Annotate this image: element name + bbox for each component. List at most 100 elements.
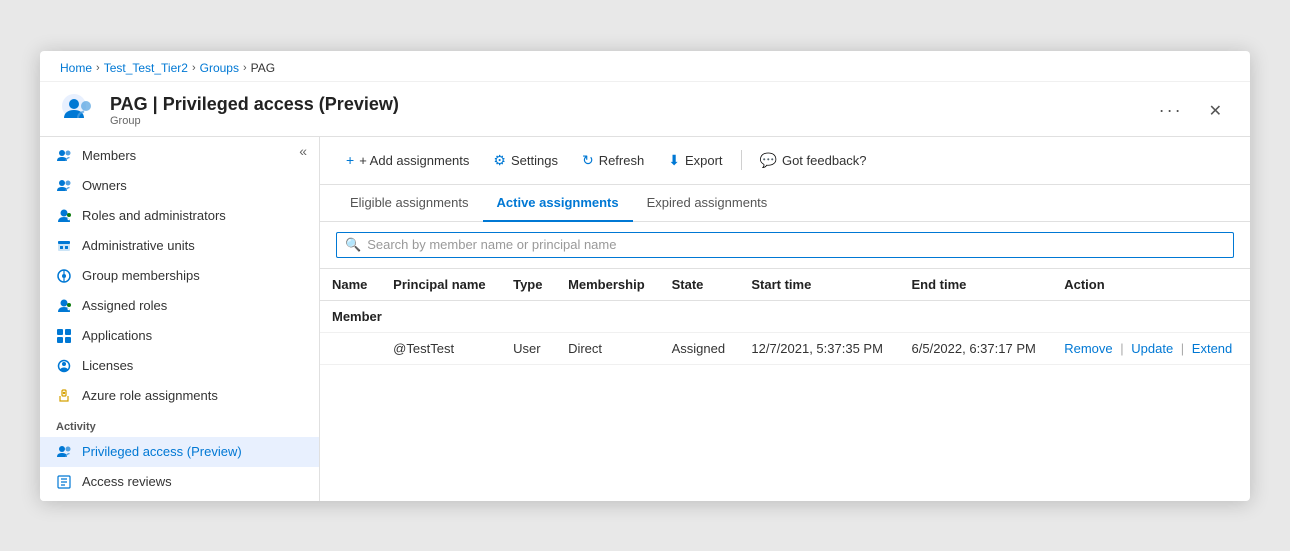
update-action-link[interactable]: Update	[1131, 341, 1173, 356]
col-start-time: Start time	[739, 269, 899, 301]
more-options-button[interactable]: ···	[1153, 100, 1189, 121]
page-title: PAG | Privileged access (Preview)	[110, 94, 1141, 115]
col-name: Name	[320, 269, 381, 301]
col-state: State	[660, 269, 740, 301]
assignments-tabs: Eligible assignments Active assignments …	[320, 185, 1250, 222]
row-name	[320, 332, 381, 364]
table-header-row: Name Principal name Type Membership Stat…	[320, 269, 1250, 301]
action-sep-2: |	[1181, 341, 1188, 356]
export-icon: ⬇	[668, 152, 680, 169]
members-icon	[56, 148, 72, 164]
page-icon	[60, 92, 98, 130]
header-title-block: PAG | Privileged access (Preview) Group	[110, 94, 1141, 127]
tab-active[interactable]: Active assignments	[483, 185, 633, 222]
sidebar-item-admin-units-label: Administrative units	[82, 238, 195, 253]
breadcrumb: Home › Test_Test_Tier2 › Groups › PAG	[40, 51, 1250, 82]
page-header: PAG | Privileged access (Preview) Group …	[40, 82, 1250, 136]
breadcrumb-home[interactable]: Home	[60, 61, 92, 75]
col-end-time: End time	[900, 269, 1053, 301]
assignments-table: Name Principal name Type Membership Stat…	[320, 269, 1250, 365]
applications-icon	[56, 328, 72, 344]
toolbar: + + Add assignments ⚙ Settings ↻ Refresh…	[320, 137, 1250, 185]
sidebar-item-roles-label: Roles and administrators	[82, 208, 226, 223]
settings-button[interactable]: ⚙ Settings	[483, 147, 568, 174]
action-sep-1: |	[1120, 341, 1127, 356]
search-icon: 🔍	[345, 237, 361, 253]
sidebar-item-azure-roles-label: Azure role assignments	[82, 388, 218, 403]
sidebar-item-privileged-access-label: Privileged access (Preview)	[82, 444, 242, 459]
row-type: User	[501, 332, 556, 364]
sidebar-item-azure-roles[interactable]: Azure role assignments	[40, 381, 319, 411]
sidebar-item-owners-label: Owners	[82, 178, 127, 193]
col-membership: Membership	[556, 269, 660, 301]
sidebar-collapse-button[interactable]: «	[295, 141, 311, 161]
sidebar-item-members[interactable]: Members	[40, 141, 319, 171]
refresh-button[interactable]: ↻ Refresh	[572, 147, 654, 174]
search-input[interactable]	[367, 237, 1225, 252]
group-memberships-icon	[56, 268, 72, 284]
add-icon: +	[346, 152, 354, 168]
sidebar-item-owners[interactable]: Owners	[40, 171, 319, 201]
export-button[interactable]: ⬇ Export	[658, 147, 732, 174]
licenses-icon	[56, 358, 72, 374]
sidebar-item-applications[interactable]: Applications	[40, 321, 319, 351]
breadcrumb-sep-3: ›	[243, 62, 247, 74]
sidebar-item-licenses[interactable]: Licenses	[40, 351, 319, 381]
page-subtitle: Group	[110, 115, 1141, 127]
row-end-time: 6/5/2022, 6:37:17 PM	[900, 332, 1053, 364]
sidebar-item-group-memberships[interactable]: Group memberships	[40, 261, 319, 291]
sidebar-item-applications-label: Applications	[82, 328, 152, 343]
sidebar-item-assigned-roles-label: Assigned roles	[82, 298, 167, 313]
activity-section-label: Activity	[40, 411, 319, 437]
sidebar-item-licenses-label: Licenses	[82, 358, 133, 373]
table-row: @TestTest User Direct Assigned 12/7/2021…	[320, 332, 1250, 364]
toolbar-separator	[741, 150, 742, 170]
sidebar-item-privileged-access[interactable]: Privileged access (Preview)	[40, 437, 319, 467]
roles-icon	[56, 208, 72, 224]
search-row: 🔍	[320, 222, 1250, 269]
section-member-label: Member	[320, 300, 1250, 332]
breadcrumb-sep-2: ›	[192, 62, 196, 74]
row-principal: @TestTest	[381, 332, 501, 364]
tab-eligible[interactable]: Eligible assignments	[336, 185, 483, 222]
admin-units-icon	[56, 238, 72, 254]
add-assignments-button[interactable]: + + Add assignments	[336, 147, 479, 173]
breadcrumb-tier2[interactable]: Test_Test_Tier2	[104, 61, 188, 75]
content-area: + + Add assignments ⚙ Settings ↻ Refresh…	[320, 137, 1250, 501]
sidebar-item-assigned-roles[interactable]: Assigned roles	[40, 291, 319, 321]
assigned-roles-icon	[56, 298, 72, 314]
feedback-button[interactable]: 💬 Got feedback?	[750, 147, 877, 174]
row-state: Assigned	[660, 332, 740, 364]
col-principal: Principal name	[381, 269, 501, 301]
remove-action-link[interactable]: Remove	[1064, 341, 1112, 356]
owners-icon	[56, 178, 72, 194]
feedback-icon: 💬	[760, 152, 777, 169]
azure-roles-icon	[56, 388, 72, 404]
close-button[interactable]: ✕	[1201, 97, 1230, 125]
col-type: Type	[501, 269, 556, 301]
row-start-time: 12/7/2021, 5:37:35 PM	[739, 332, 899, 364]
extend-action-link[interactable]: Extend	[1192, 341, 1232, 356]
breadcrumb-sep-1: ›	[96, 62, 100, 74]
assignments-table-wrapper: Name Principal name Type Membership Stat…	[320, 269, 1250, 365]
access-reviews-icon	[56, 474, 72, 490]
sidebar-item-admin-units[interactable]: Administrative units	[40, 231, 319, 261]
sidebar-item-access-reviews-label: Access reviews	[82, 474, 172, 489]
settings-icon: ⚙	[493, 152, 506, 169]
privileged-access-icon	[56, 444, 72, 460]
row-membership: Direct	[556, 332, 660, 364]
refresh-icon: ↻	[582, 152, 594, 169]
section-member-row: Member	[320, 300, 1250, 332]
sidebar-item-members-label: Members	[82, 148, 136, 163]
breadcrumb-current: PAG	[251, 61, 275, 75]
tab-expired[interactable]: Expired assignments	[633, 185, 782, 222]
main-layout: « Members Owners Roles and administrator…	[40, 136, 1250, 501]
main-window: Home › Test_Test_Tier2 › Groups › PAG PA…	[40, 51, 1250, 501]
col-action: Action	[1052, 269, 1250, 301]
sidebar-item-roles-admins[interactable]: Roles and administrators	[40, 201, 319, 231]
search-wrapper: 🔍	[336, 232, 1234, 258]
sidebar-item-group-memberships-label: Group memberships	[82, 268, 200, 283]
breadcrumb-groups[interactable]: Groups	[200, 61, 239, 75]
sidebar-item-access-reviews[interactable]: Access reviews	[40, 467, 319, 497]
row-actions: Remove | Update | Extend	[1052, 332, 1250, 364]
